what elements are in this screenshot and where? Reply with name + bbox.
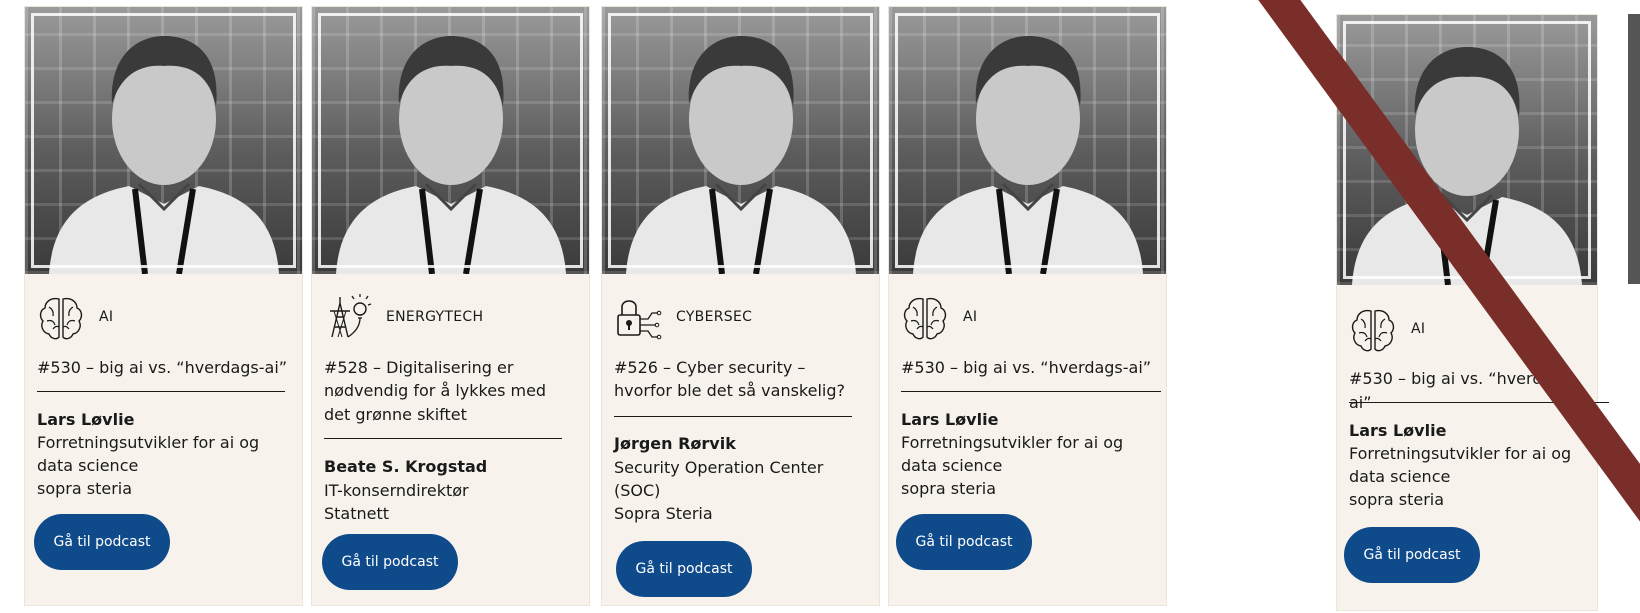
- speaker-company: sopra steria: [901, 479, 997, 498]
- category-label: AI: [963, 309, 978, 325]
- brain-icon: [903, 297, 947, 340]
- brain-icon: [1351, 309, 1395, 352]
- speaker-photo: [312, 7, 589, 274]
- speaker-name: Jørgen Rørvik: [614, 434, 736, 453]
- speaker-company: sopra steria: [37, 479, 133, 498]
- speaker-company: sopra steria: [1349, 490, 1445, 509]
- power-tower-bulb-icon: [329, 293, 372, 338]
- category: ENERGYTECH: [324, 293, 483, 341]
- go-to-podcast-button[interactable]: Gå til podcast: [322, 534, 458, 590]
- speaker-role-cont: data science: [37, 456, 139, 475]
- go-to-podcast-button[interactable]: Gå til podcast: [1344, 527, 1480, 583]
- episode-title[interactable]: #530 – big ai vs. “hverdags-ai”: [1349, 367, 1583, 414]
- padlock-circuit-icon: [617, 300, 662, 340]
- category-label: ENERGYTECH: [386, 309, 484, 325]
- divider: [901, 391, 1161, 392]
- speaker-name: Lars Løvlie: [37, 410, 135, 429]
- divider: [1349, 402, 1609, 403]
- category: AI: [37, 293, 113, 341]
- speaker-name: Lars Løvlie: [901, 410, 999, 429]
- speaker-role-cont: data science: [901, 456, 1003, 475]
- speaker-company: Statnett: [324, 504, 390, 523]
- speaker-role: Forretningsutvikler for ai og: [37, 433, 260, 452]
- category-label: AI: [1411, 321, 1426, 337]
- divider: [324, 438, 562, 439]
- episode-title-line[interactable]: nødvendig for å lykkes med: [324, 379, 575, 403]
- category-label: CYBERSEC: [676, 309, 753, 325]
- episode-title-line[interactable]: #528 – Digitalisering er: [324, 356, 575, 380]
- go-to-podcast-button[interactable]: Gå til podcast: [34, 514, 170, 570]
- speaker-role-cont: data science: [1349, 467, 1451, 486]
- episode-title-line[interactable]: det grønne skiftet: [324, 403, 575, 427]
- podcast-card[interactable]: AI #530 – big ai vs. “hverdags-ai” Lars …: [1336, 14, 1609, 611]
- go-to-podcast-button[interactable]: Gå til podcast: [896, 514, 1032, 570]
- speaker-photo: [889, 7, 1166, 274]
- category: CYBERSEC: [614, 293, 752, 341]
- speaker-role: Forretningsutvikler for ai og: [901, 433, 1124, 452]
- podcast-card[interactable]: AI #530 – big ai vs. “hverdags-ai” Lars …: [24, 6, 303, 606]
- episode-title-line[interactable]: #526 – Cyber security –: [614, 356, 865, 380]
- category-label: AI: [99, 309, 114, 325]
- speaker-photo: [602, 7, 879, 274]
- category: AI: [1349, 305, 1425, 353]
- speaker-name: Lars Løvlie: [1349, 421, 1447, 440]
- go-to-podcast-button[interactable]: Gå til podcast: [616, 541, 752, 597]
- brain-icon: [39, 297, 83, 340]
- speaker-role: Security Operation Center: [614, 458, 824, 477]
- speaker-photo: [25, 7, 302, 274]
- next-card-edge: [1628, 14, 1640, 284]
- podcast-card[interactable]: ENERGYTECH #528 – Digitalisering er nødv…: [311, 6, 590, 606]
- divider: [37, 391, 285, 392]
- speaker-company: Sopra Steria: [614, 504, 713, 523]
- speaker-name: Beate S. Krogstad: [324, 457, 488, 476]
- episode-title-line[interactable]: hvorfor ble det så vanskelig?: [614, 379, 865, 403]
- episode-title[interactable]: #530 – big ai vs. “hverdags-ai”: [901, 356, 1152, 380]
- speaker-photo: [1337, 15, 1597, 285]
- episode-title[interactable]: #530 – big ai vs. “hverdags-ai”: [37, 356, 288, 380]
- podcast-card[interactable]: CYBERSEC #526 – Cyber security – hvorfor…: [601, 6, 880, 606]
- speaker-role: IT-konserndirektør: [324, 481, 469, 500]
- speaker-role-cont: (SOC): [614, 481, 661, 500]
- divider: [614, 416, 852, 417]
- category: AI: [901, 293, 977, 341]
- podcast-card[interactable]: AI #530 – big ai vs. “hverdags-ai” Lars …: [888, 6, 1167, 606]
- speaker-role: Forretningsutvikler for ai og: [1349, 444, 1572, 463]
